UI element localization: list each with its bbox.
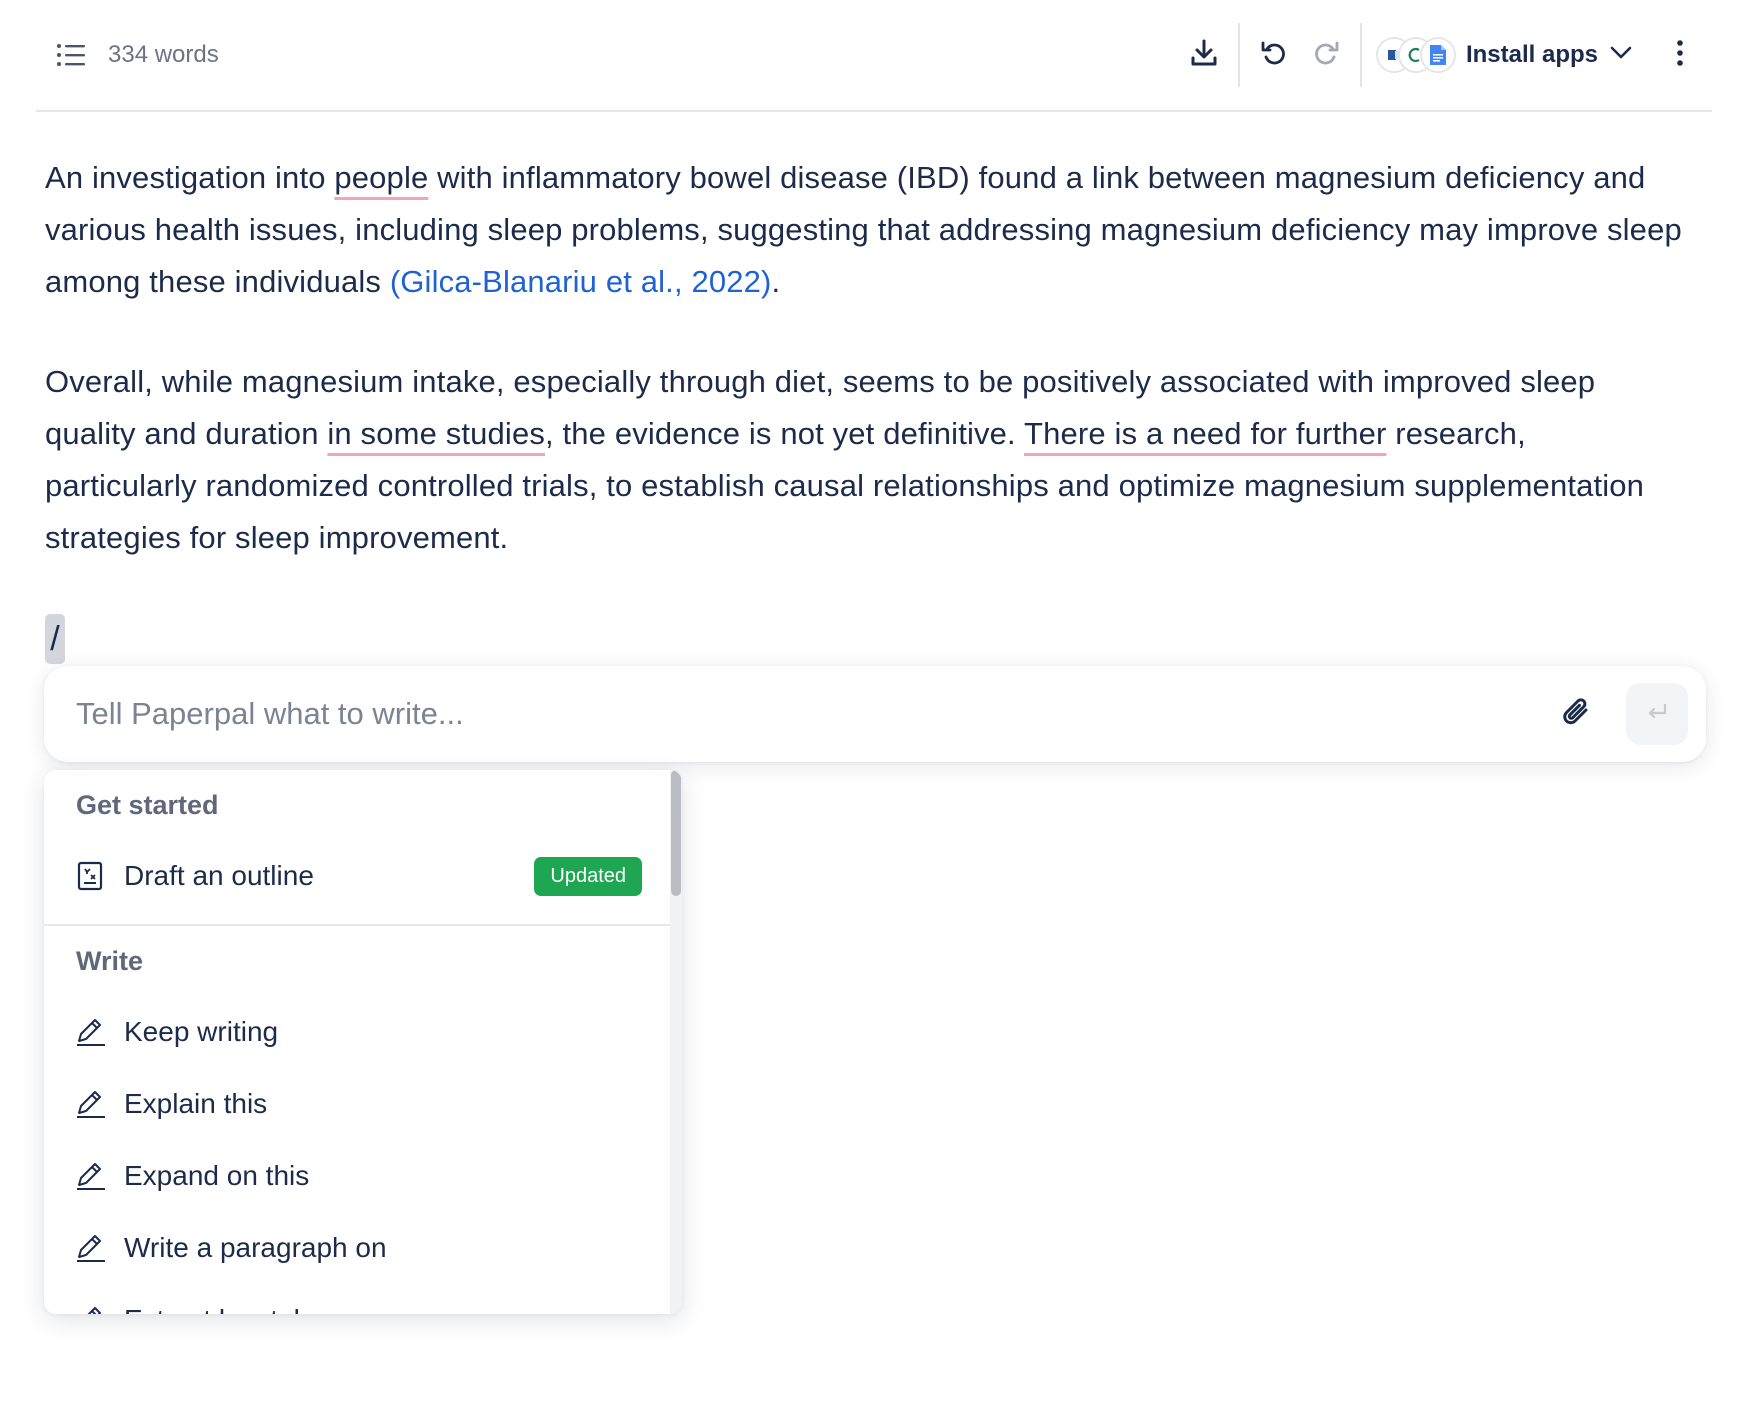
attach-file-button[interactable] xyxy=(1552,690,1600,738)
menu-scrollbar[interactable] xyxy=(670,770,682,1314)
more-options-button[interactable] xyxy=(1654,29,1706,81)
text-run: , the evidence is not yet definitive. xyxy=(545,416,1025,451)
word-count: 334 words xyxy=(108,41,219,68)
toolbar-right: Install apps xyxy=(1178,0,1712,110)
redo-button[interactable] xyxy=(1300,29,1352,81)
command-menu-list: Get started Draft an outline Updated Wri… xyxy=(44,770,672,1314)
paperclip-icon xyxy=(1556,692,1596,737)
ai-prompt-bar xyxy=(44,666,1706,762)
menu-item-write-paragraph[interactable]: Write a paragraph on xyxy=(44,1212,672,1284)
citation-link[interactable]: (Gilca-Blanariu et al., 2022) xyxy=(390,264,772,299)
grammar-suggestion[interactable]: in some studies xyxy=(327,416,545,451)
menu-item-extract-takeaways[interactable]: Extract key takeaways xyxy=(44,1284,672,1314)
menu-item-label: Explain this xyxy=(124,1088,268,1119)
menu-item-label: Expand on this xyxy=(124,1160,310,1191)
menu-scrollbar-thumb[interactable] xyxy=(671,770,681,896)
redo-icon xyxy=(1311,38,1341,73)
paragraph-1[interactable]: An investigation into people with inflam… xyxy=(45,152,1685,308)
menu-item-draft-outline[interactable]: Draft an outline Updated xyxy=(44,840,672,912)
pencil-icon xyxy=(74,1231,108,1265)
text-run: An investigation into xyxy=(45,160,335,195)
command-menu: Get started Draft an outline Updated Wri… xyxy=(44,770,682,1314)
download-button[interactable] xyxy=(1178,29,1230,81)
menu-item-keep-writing[interactable]: Keep writing xyxy=(44,996,672,1068)
menu-item-label: Keep writing xyxy=(124,1016,279,1047)
undo-button[interactable] xyxy=(1248,29,1300,81)
install-apps-label: Install apps xyxy=(1465,41,1598,68)
install-apps-button[interactable]: Install apps xyxy=(1375,37,1632,73)
enter-icon xyxy=(1645,702,1669,727)
paragraph-2[interactable]: Overall, while magnesium intake, especia… xyxy=(45,356,1685,564)
grammar-suggestion[interactable]: people xyxy=(334,160,428,195)
section-title-write: Write xyxy=(76,946,144,976)
slash-command-trigger: / xyxy=(45,614,65,664)
download-icon xyxy=(1189,38,1219,73)
text-run: . xyxy=(771,264,781,299)
send-button[interactable] xyxy=(1626,683,1688,745)
more-vertical-icon xyxy=(1676,39,1684,71)
menu-item-explain-this[interactable]: Explain this xyxy=(44,1068,672,1140)
document-body[interactable]: An investigation into people with inflam… xyxy=(45,152,1685,612)
section-title-get-started: Get started xyxy=(76,790,219,820)
outline-doc-icon xyxy=(74,859,108,893)
pencil-icon xyxy=(74,1015,108,1049)
menu-item-expand-on-this[interactable]: Expand on this xyxy=(44,1140,672,1212)
toolbar-left: 334 words xyxy=(56,41,219,69)
prompt-input[interactable] xyxy=(74,695,1552,733)
grammar-suggestion[interactable]: There is a need for further xyxy=(1024,416,1386,451)
top-toolbar: 334 words Install apps xyxy=(36,0,1712,112)
pencil-icon xyxy=(74,1303,108,1314)
chevron-down-icon xyxy=(1610,46,1632,65)
menu-item-label: Extract key takeaways xyxy=(124,1304,403,1314)
menu-item-label: Write a paragraph on xyxy=(124,1232,387,1263)
toolbar-divider xyxy=(1359,23,1362,87)
outline-list-icon[interactable] xyxy=(56,42,86,68)
updated-badge: Updated xyxy=(534,856,642,896)
google-docs-icon xyxy=(1419,37,1456,73)
pencil-icon xyxy=(74,1159,108,1193)
toolbar-divider xyxy=(1237,23,1240,87)
undo-icon xyxy=(1259,38,1289,73)
pencil-icon xyxy=(74,1087,108,1121)
menu-item-label: Draft an outline xyxy=(124,860,314,891)
